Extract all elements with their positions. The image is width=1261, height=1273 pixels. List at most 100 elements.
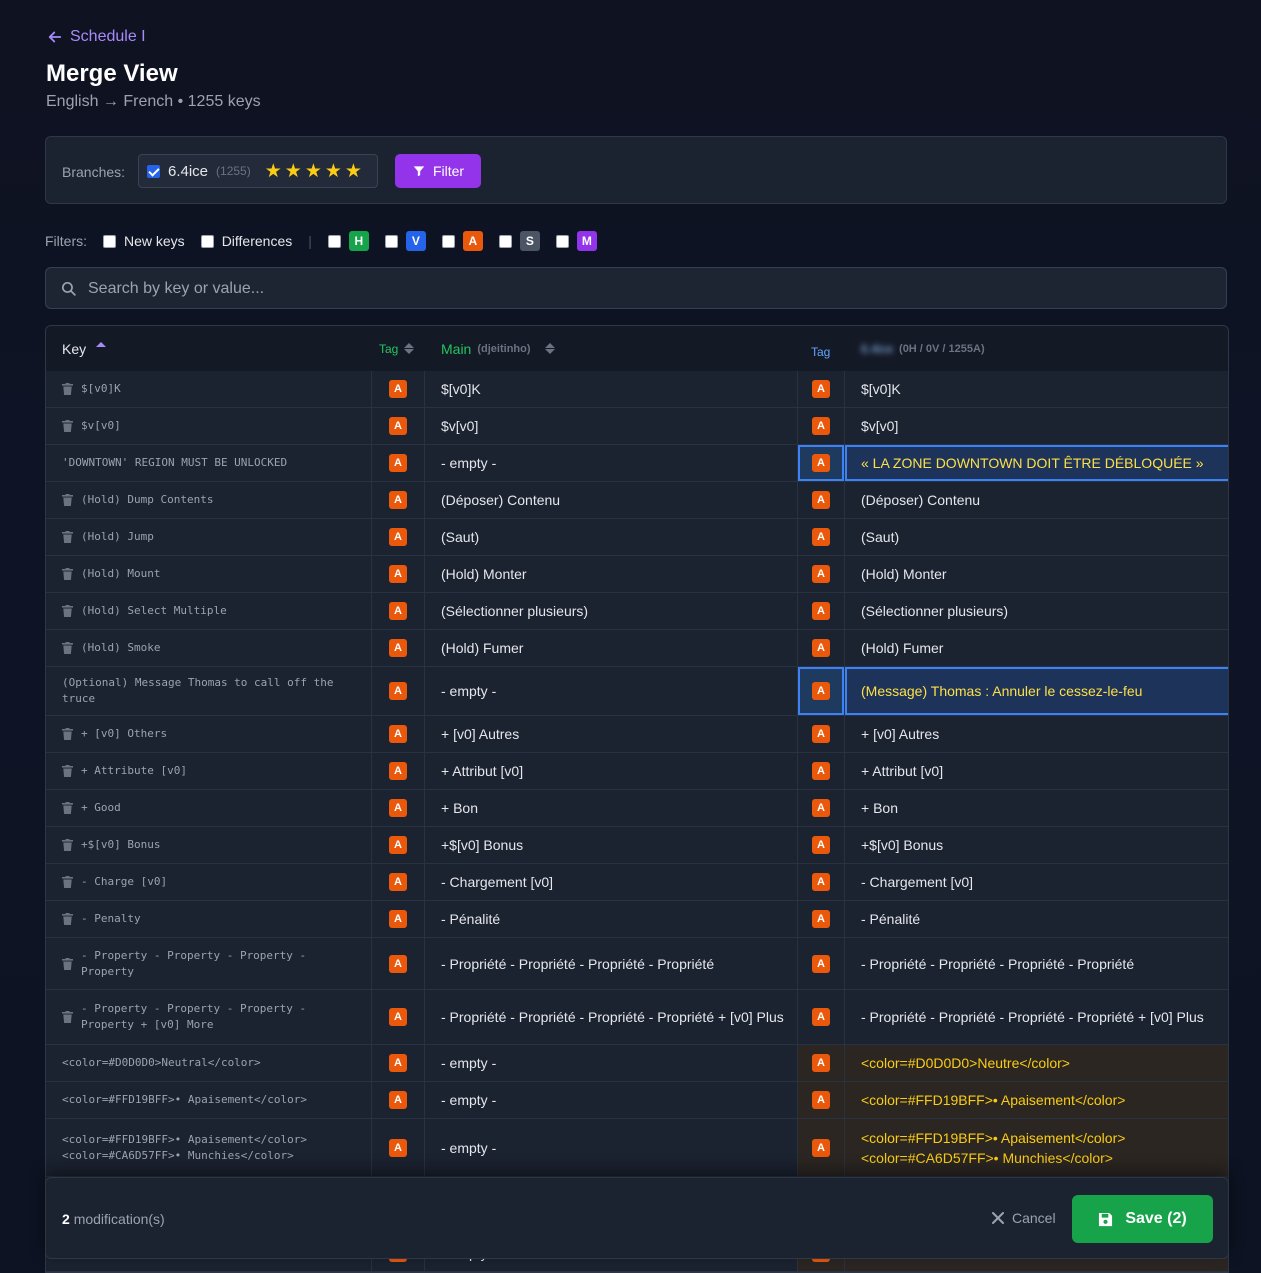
branch-value-cell[interactable]: + Attribut [v0] bbox=[845, 753, 1228, 789]
table-row[interactable]: (Optional) Message Thomas to call off th… bbox=[46, 667, 1228, 716]
tag-a-badge[interactable]: A bbox=[812, 910, 830, 928]
trash-icon[interactable] bbox=[62, 568, 73, 580]
filter-button[interactable]: Filter bbox=[395, 154, 481, 188]
branch-value-cell[interactable]: (Sélectionner plusieurs) bbox=[845, 593, 1228, 629]
tag-a-badge[interactable]: A bbox=[812, 565, 830, 583]
main-value-cell[interactable]: - empty - bbox=[425, 1045, 797, 1081]
tag-a-badge[interactable]: A bbox=[812, 1138, 830, 1157]
cancel-button[interactable]: Cancel bbox=[992, 1210, 1056, 1226]
tag-a-badge[interactable]: A bbox=[812, 1054, 830, 1072]
branch-value-cell[interactable]: $v[v0] bbox=[845, 408, 1228, 444]
tag-a-badge[interactable]: A bbox=[389, 1091, 407, 1109]
main-value-cell[interactable]: +$[v0] Bonus bbox=[425, 827, 797, 863]
main-value-cell[interactable]: - Propriété - Propriété - Propriété - Pr… bbox=[425, 990, 797, 1044]
main-value-cell[interactable]: - empty - bbox=[425, 1082, 797, 1118]
table-row[interactable]: - Property - Property - Property - Prope… bbox=[46, 938, 1228, 990]
tag-a-badge[interactable]: A bbox=[389, 873, 407, 891]
tag-a-badge[interactable]: A bbox=[389, 1138, 407, 1157]
tag-a-badge[interactable]: A bbox=[389, 799, 407, 817]
tag-v-checkbox[interactable] bbox=[384, 234, 398, 248]
branch-value-cell[interactable]: (Hold) Monter bbox=[845, 556, 1228, 592]
tag-a-badge[interactable]: A bbox=[812, 799, 830, 817]
trash-icon[interactable] bbox=[62, 765, 73, 777]
trash-icon[interactable] bbox=[62, 531, 73, 543]
new-keys-checkbox[interactable] bbox=[103, 234, 116, 248]
tag-a-badge[interactable]: A bbox=[812, 417, 830, 435]
tag-a-badge[interactable]: A bbox=[389, 380, 407, 398]
tag-s-checkbox[interactable] bbox=[498, 234, 512, 248]
save-button[interactable]: Save (2) bbox=[1072, 1195, 1213, 1243]
table-row[interactable]: (Hold) Smoke A (Hold) Fumer A (Hold) Fumer bbox=[46, 630, 1228, 667]
trash-icon[interactable] bbox=[62, 876, 73, 888]
sort-icon[interactable] bbox=[404, 343, 415, 354]
trash-icon[interactable] bbox=[62, 383, 73, 395]
main-value-cell[interactable]: $[v0]K bbox=[425, 371, 797, 407]
filter-tag-a[interactable]: A bbox=[441, 231, 483, 251]
tag-h-checkbox[interactable] bbox=[327, 234, 341, 248]
star-icon[interactable]: ★ bbox=[265, 162, 282, 181]
main-value-cell[interactable]: + [v0] Autres bbox=[425, 716, 797, 752]
table-row[interactable]: - Property - Property - Property - Prope… bbox=[46, 990, 1228, 1045]
branch-value-cell[interactable]: <color=#FFD19BFF>• Apaisement</color> bbox=[845, 1082, 1228, 1118]
main-value-cell[interactable]: - empty - bbox=[425, 667, 797, 715]
filter-new-keys[interactable]: New keys bbox=[103, 233, 185, 249]
branch-chip[interactable]: 6.4ice (1255) ★ ★ ★ ★ ★ bbox=[138, 154, 378, 188]
col-header-main[interactable]: Main (djeitinho) bbox=[441, 326, 555, 371]
main-value-cell[interactable]: - Propriété - Propriété - Propriété - Pr… bbox=[425, 938, 797, 989]
tag-a-badge[interactable]: A bbox=[389, 639, 407, 657]
table-row[interactable]: - Charge [v0] A - Chargement [v0] A - Charge… bbox=[46, 864, 1228, 901]
table-row[interactable]: +$[v0] Bonus A +$[v0] Bonus A +$[v0] Bonus bbox=[46, 827, 1228, 864]
tag-a-badge[interactable]: A bbox=[812, 491, 830, 509]
tag-a-badge[interactable]: A bbox=[812, 762, 830, 780]
branch-value-cell[interactable]: <color=#D0D0D0>Neutre</color> bbox=[845, 1045, 1228, 1081]
filter-differences[interactable]: Differences bbox=[200, 233, 292, 249]
tag-a-badge[interactable]: A bbox=[389, 602, 407, 620]
trash-icon[interactable] bbox=[62, 957, 73, 970]
main-value-cell[interactable]: + Attribut [v0] bbox=[425, 753, 797, 789]
col-header-key[interactable]: Key bbox=[62, 326, 107, 371]
trash-icon[interactable] bbox=[62, 1011, 73, 1023]
main-value-cell[interactable]: $v[v0] bbox=[425, 408, 797, 444]
star-icon[interactable]: ★ bbox=[325, 162, 342, 181]
table-row[interactable]: (Hold) Jump A (Saut) A (Saut) bbox=[46, 519, 1228, 556]
filter-tag-v[interactable]: V bbox=[384, 231, 426, 251]
tag-a-badge[interactable]: A bbox=[812, 639, 830, 657]
tag-a-badge[interactable]: A bbox=[389, 836, 407, 854]
tag-a-badge[interactable]: A bbox=[812, 682, 830, 700]
trash-icon[interactable] bbox=[62, 913, 73, 925]
tag-a-badge[interactable]: A bbox=[812, 1091, 830, 1109]
search-input[interactable] bbox=[86, 268, 1210, 310]
tag-a-badge[interactable]: A bbox=[812, 725, 830, 743]
branch-value-cell[interactable]: $[v0]K bbox=[845, 371, 1228, 407]
tag-a-badge[interactable]: A bbox=[389, 762, 407, 780]
tag-a-badge[interactable]: A bbox=[389, 954, 407, 973]
tag-a-badge[interactable]: A bbox=[389, 528, 407, 546]
branch-value-cell[interactable]: - Chargement [v0] bbox=[845, 864, 1228, 900]
back-link[interactable]: Schedule I bbox=[46, 28, 146, 46]
branch-value-cell[interactable]: - Propriété - Propriété - Propriété - Pr… bbox=[845, 990, 1228, 1044]
tag-a-badge[interactable]: A bbox=[812, 873, 830, 891]
filter-tag-h[interactable]: H bbox=[327, 231, 369, 251]
main-value-cell[interactable]: + Bon bbox=[425, 790, 797, 826]
tag-a-badge[interactable]: A bbox=[812, 602, 830, 620]
tag-a-badge[interactable]: A bbox=[389, 454, 407, 472]
branch-value-cell[interactable]: - Propriété - Propriété - Propriété - Pr… bbox=[845, 938, 1228, 989]
branch-value-cell[interactable]: + Bon bbox=[845, 790, 1228, 826]
tag-a-badge[interactable]: A bbox=[812, 528, 830, 546]
main-value-cell[interactable]: (Hold) Fumer bbox=[425, 630, 797, 666]
star-icon[interactable]: ★ bbox=[305, 162, 322, 181]
sort-asc-icon[interactable] bbox=[96, 342, 107, 347]
tag-a-badge[interactable]: A bbox=[389, 565, 407, 583]
branch-value-cell[interactable]: <color=#FFD19BFF>• Apaisement</color> <c… bbox=[845, 1119, 1228, 1176]
filter-tag-s[interactable]: S bbox=[498, 231, 540, 251]
differences-checkbox[interactable] bbox=[200, 234, 214, 248]
tag-a-badge[interactable]: A bbox=[389, 682, 407, 700]
main-value-cell[interactable]: (Saut) bbox=[425, 519, 797, 555]
table-row[interactable]: <color=#FFD19BFF>• Apaisement</color> <c… bbox=[46, 1119, 1228, 1177]
branch-value-cell[interactable]: (Hold) Fumer bbox=[845, 630, 1228, 666]
tag-a-badge[interactable]: A bbox=[389, 1054, 407, 1072]
tag-a-badge[interactable]: A bbox=[812, 380, 830, 398]
trash-icon[interactable] bbox=[62, 494, 73, 506]
branch-checkbox[interactable] bbox=[147, 164, 160, 178]
tag-a-badge[interactable]: A bbox=[389, 417, 407, 435]
